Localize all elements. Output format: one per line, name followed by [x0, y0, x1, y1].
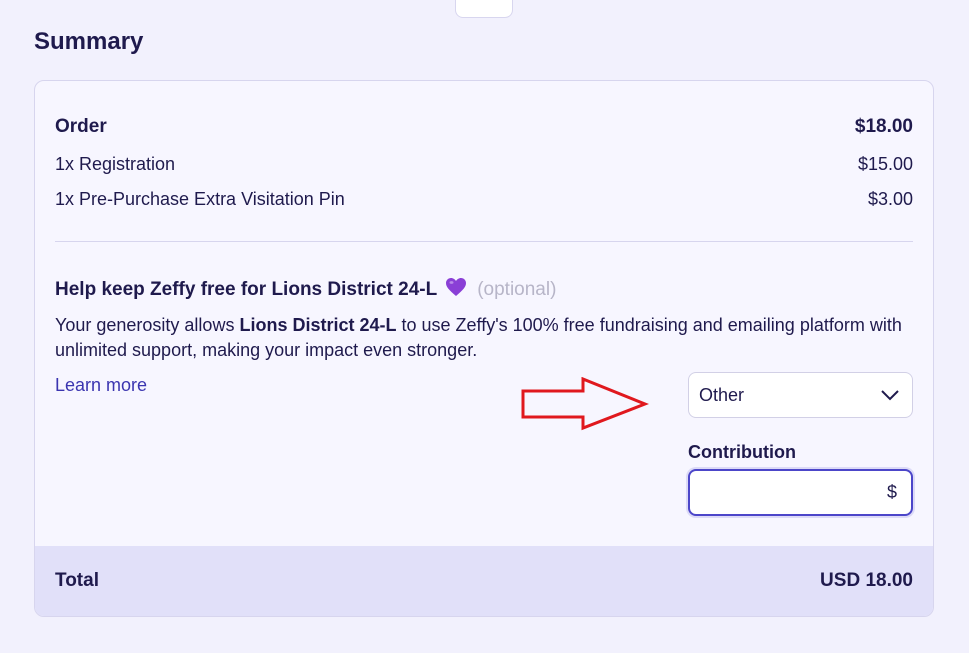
total-bar: Total USD 18.00 — [35, 546, 933, 616]
help-title: Help keep Zeffy free for Lions District … — [55, 277, 556, 303]
close-icon — [474, 0, 494, 5]
close-button[interactable] — [455, 0, 513, 18]
divider — [55, 241, 913, 242]
line-item-price: $3.00 — [867, 189, 913, 209]
line-item-price: $15.00 — [857, 154, 913, 174]
help-desc-org: Lions District 24-L — [239, 315, 397, 335]
help-title-text: Help keep Zeffy free for Lions District … — [55, 279, 438, 300]
summary-title: Summary — [34, 28, 144, 55]
order-label: Order — [55, 116, 107, 137]
order-row: Order $18.00 — [55, 116, 913, 138]
chevron-down-icon — [881, 390, 899, 401]
line-item: 1x Pre-Purchase Extra Visitation Pin $3.… — [55, 189, 913, 210]
red-arrow-annotation — [521, 377, 649, 431]
contribution-input[interactable]: $ — [688, 469, 913, 516]
learn-more-link[interactable]: Learn more — [55, 375, 147, 396]
contribution-select-value: Other — [699, 384, 745, 405]
purple-heart-icon — [445, 277, 467, 303]
line-item-label: 1x Pre-Purchase Extra Visitation Pin — [55, 189, 345, 209]
contribution-select[interactable]: Other — [688, 372, 913, 418]
line-item: 1x Registration $15.00 — [55, 154, 913, 175]
optional-label: (optional) — [477, 279, 557, 300]
line-item-label: 1x Registration — [55, 154, 176, 174]
contribution-label: Contribution — [688, 442, 796, 462]
total-label: Total — [55, 570, 99, 591]
help-description: Your generosity allows Lions District 24… — [55, 313, 925, 363]
currency-symbol: $ — [886, 482, 897, 502]
summary-card: Order $18.00 1x Registration $15.00 1x P… — [34, 80, 934, 617]
help-desc-prefix: Your generosity allows — [55, 315, 240, 335]
total-value: USD 18.00 — [820, 570, 913, 591]
order-total: $18.00 — [854, 116, 913, 137]
